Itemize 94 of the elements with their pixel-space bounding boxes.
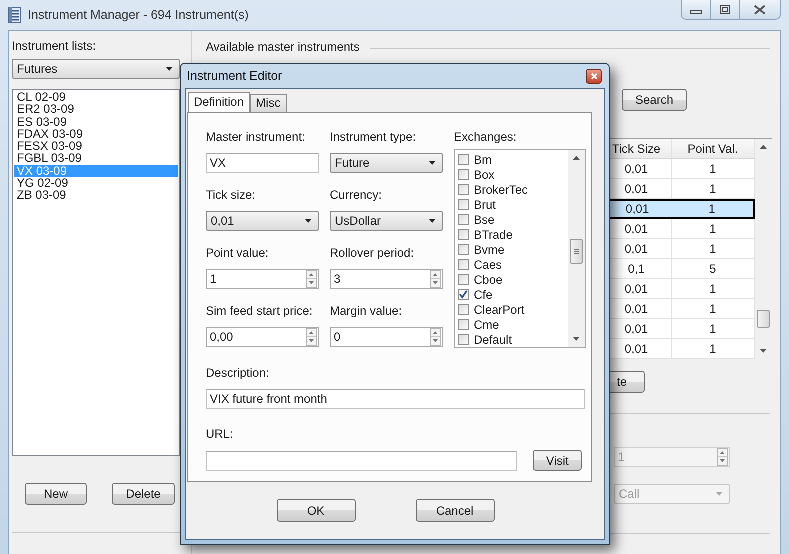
checkbox-label: Cfe: [474, 288, 493, 302]
checkbox-label: Bse: [474, 212, 495, 226]
checkbox[interactable]: [458, 319, 469, 330]
dropdown[interactable]: Futures: [12, 59, 180, 79]
spin-arrows-icon[interactable]: [430, 270, 441, 288]
down-arrow-icon[interactable]: [573, 337, 580, 341]
field-label: Margin value:: [330, 304, 404, 318]
scrollbar[interactable]: [568, 150, 585, 347]
checkbox[interactable]: [458, 304, 469, 315]
dropdown[interactable]: Future: [330, 153, 443, 173]
dropdown[interactable]: UsDollar: [330, 211, 443, 231]
caret-icon: [305, 219, 312, 223]
close-button[interactable]: [586, 68, 602, 84]
spinner-field[interactable]: 0: [330, 327, 443, 347]
delete-button[interactable]: Delete: [112, 483, 175, 505]
scroll-thumb[interactable]: [570, 239, 583, 264]
list-item[interactable]: ES 03-09: [14, 116, 178, 128]
list-item[interactable]: YG 02-09: [14, 177, 178, 190]
caret-icon: [429, 219, 436, 223]
search-button[interactable]: Search: [622, 89, 687, 111]
checkbox-label: Cboe: [474, 272, 503, 286]
checkbox[interactable]: [458, 259, 469, 270]
input-field[interactable]: VX: [206, 153, 319, 173]
checkbox-label: ClearPort: [474, 302, 525, 316]
checkbox-label: Brut: [474, 198, 496, 212]
close-icon: [753, 4, 767, 14]
close-icon: [590, 72, 598, 80]
tab[interactable]: Misc: [250, 94, 287, 112]
caret-icon: [716, 492, 723, 496]
up-arrow-icon[interactable]: [760, 145, 767, 149]
checkbox-label: BrokerTec: [474, 182, 528, 196]
input-field[interactable]: VIX future front month: [206, 389, 585, 409]
checkbox[interactable]: [458, 154, 469, 165]
section-heading: Available master instruments: [206, 40, 360, 54]
tab[interactable]: Definition: [188, 92, 250, 112]
list-item[interactable]: ZB 03-09: [14, 189, 178, 202]
check-icon: [459, 290, 468, 299]
checkbox[interactable]: [458, 199, 469, 210]
checkbox[interactable]: [458, 334, 469, 345]
field-label: Sim feed start price:: [206, 304, 314, 318]
maximize-icon: [720, 5, 730, 14]
field-label: Instrument type:: [330, 130, 418, 144]
spin-arrows-icon[interactable]: [430, 328, 441, 346]
checkbox-label: Box: [474, 168, 495, 182]
field-label: URL:: [206, 427, 234, 441]
spin-arrows-icon[interactable]: [306, 270, 317, 288]
spinner-field[interactable]: 1: [206, 269, 319, 289]
dropdown[interactable]: 0,01: [206, 211, 319, 231]
cancel-button[interactable]: Cancel: [416, 499, 494, 522]
spinner-field[interactable]: 0,00: [206, 327, 319, 347]
checkbox[interactable]: [458, 289, 469, 300]
caret-icon: [429, 161, 436, 165]
list-item[interactable]: FGBL 03-09: [14, 152, 178, 165]
minimize-button[interactable]: [681, 0, 711, 20]
checkbox[interactable]: [458, 274, 469, 285]
field-label: Instrument lists:: [12, 39, 98, 53]
checkbox-label: Caes: [474, 258, 502, 272]
field-label: Exchanges:: [454, 130, 518, 144]
field-label: Point value:: [206, 246, 270, 260]
list-item[interactable]: FESX 03-09: [14, 140, 178, 152]
maximize-button[interactable]: [711, 0, 740, 20]
checkbox[interactable]: [458, 229, 469, 240]
close-button[interactable]: [740, 0, 781, 20]
visit-button[interactable]: Visit: [533, 450, 582, 471]
checkbox[interactable]: [458, 184, 469, 195]
checkbox[interactable]: [458, 169, 469, 180]
checkbox-label: Bvme: [474, 242, 505, 256]
checkbox-label: Cme: [474, 318, 500, 332]
caret-icon: [166, 67, 173, 71]
checkbox-label: BTrade: [474, 228, 513, 242]
window-title: Instrument Manager - 694 Instrument(s): [28, 8, 250, 22]
list-item[interactable]: CL 02-09: [14, 91, 178, 104]
field-label: Rollover period:: [330, 246, 416, 260]
spin-arrows-icon[interactable]: [306, 328, 317, 346]
down-arrow-icon[interactable]: [760, 349, 767, 353]
app-icon: [8, 7, 22, 23]
list-item[interactable]: ER2 03-09: [14, 103, 178, 116]
checkbox-label: Default: [474, 332, 512, 346]
field-label: Tick size:: [206, 188, 257, 202]
list-item[interactable]: FDAX 03-09: [14, 128, 178, 140]
up-arrow-icon[interactable]: [573, 156, 580, 160]
field-label: Currency:: [330, 188, 384, 202]
scroll-thumb[interactable]: [757, 310, 770, 328]
new-button[interactable]: New: [25, 483, 87, 505]
checkbox[interactable]: [458, 214, 469, 225]
ok-button[interactable]: OK: [276, 499, 356, 522]
field-label: Master instrument:: [206, 130, 306, 144]
dialog-title: Instrument Editor: [187, 69, 282, 83]
spinner-field[interactable]: 3: [330, 269, 443, 289]
field-label: Description:: [206, 366, 270, 380]
grip-icon: [574, 248, 579, 254]
input-field[interactable]: [206, 450, 518, 470]
checkbox[interactable]: [458, 244, 469, 255]
checkbox-label: Bm: [474, 152, 492, 166]
